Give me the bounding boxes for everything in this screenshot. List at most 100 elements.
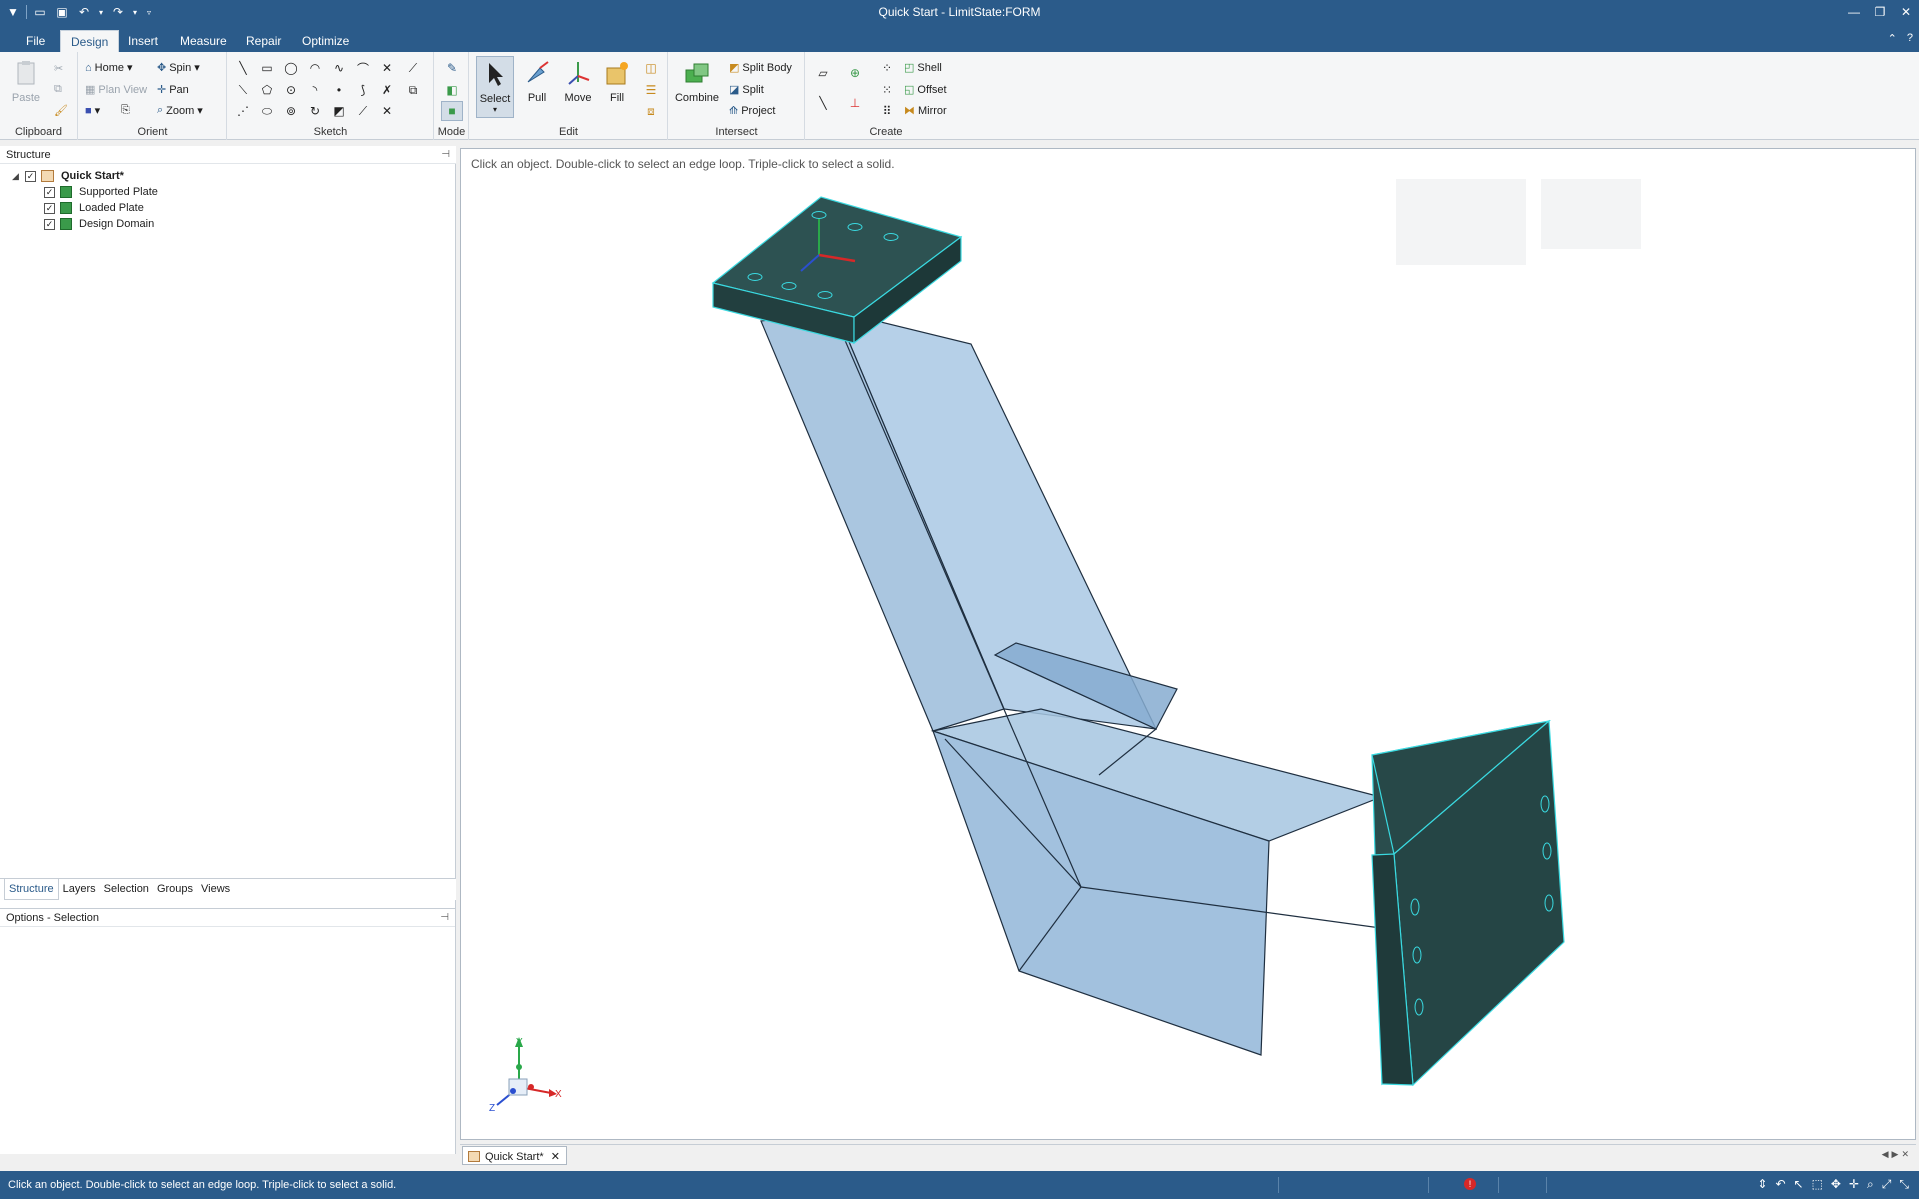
close-icon[interactable]: ✕ — [1893, 0, 1919, 24]
copy-icon[interactable]: ⧉ — [54, 83, 62, 96]
box-select-icon[interactable]: ⬚ — [1812, 1177, 1823, 1192]
3d-mode-icon[interactable]: ■ — [441, 101, 463, 121]
mirror-button[interactable]: ⧓ Mirror — [904, 104, 947, 118]
tab-measure[interactable]: Measure — [170, 30, 237, 52]
tweak-face-icon[interactable]: ⧈ — [644, 104, 658, 118]
checkbox[interactable]: ✓ — [44, 218, 55, 230]
bend-tool-icon[interactable]: ⟋ — [406, 61, 420, 75]
select-mode-icon[interactable]: ↖ — [1794, 1177, 1804, 1192]
section-mode-icon[interactable]: ◧ — [445, 83, 459, 97]
offset-button[interactable]: ◱ Offset — [904, 83, 947, 97]
tree-item-loaded-plate[interactable]: ✓ Loaded Plate — [0, 200, 456, 216]
scroll-icon[interactable]: ⇕ — [1757, 1177, 1767, 1192]
zoom-status-icon[interactable]: ⌕ — [1867, 1177, 1874, 1192]
polygon-tool-icon[interactable]: ⬠ — [260, 83, 274, 97]
tree-root[interactable]: ◢ ✓ Quick Start* — [0, 168, 456, 184]
construction-line-icon[interactable]: ⋰ — [236, 104, 250, 118]
home-button[interactable]: ⌂ Home ▾ — [85, 61, 133, 75]
zoom-button[interactable]: ⌕ Zoom ▾ — [157, 104, 203, 117]
reference-curve-icon[interactable]: ⟋ — [356, 104, 370, 118]
snap-view-button[interactable]: ⎘ — [121, 104, 130, 117]
ellipse-tool-icon[interactable]: ⬭ — [260, 104, 274, 118]
line-tool-icon[interactable]: ╲ — [236, 61, 250, 75]
project-sketch-icon[interactable]: ⧉ — [406, 83, 420, 97]
tab-nav-arrows[interactable]: ◀▶✕ — [1882, 1149, 1912, 1160]
format-painter-icon[interactable]: 🖌 — [54, 104, 68, 117]
pan-status-icon[interactable]: ✛ — [1849, 1177, 1859, 1192]
point-tool-icon[interactable]: • — [332, 83, 346, 97]
fillet-tool-icon[interactable]: ⌒ — [356, 61, 370, 76]
3d-viewport[interactable]: Click an object. Double-click to select … — [460, 148, 1916, 1140]
tab-design[interactable]: Design — [60, 30, 120, 52]
fit-icon[interactable]: ⤢ — [1882, 1177, 1892, 1192]
tab-optimize[interactable]: Optimize — [292, 30, 359, 52]
tab-groups[interactable]: Groups — [153, 879, 197, 900]
pan-button[interactable]: ✛ Pan — [157, 83, 189, 97]
tangent-arc-icon[interactable]: ◝ — [308, 83, 322, 97]
minimize-icon[interactable]: — — [1841, 0, 1867, 24]
plane-icon[interactable]: ▱ — [816, 66, 830, 80]
split-button[interactable]: ◪ Split — [729, 83, 764, 97]
collapse-ribbon-icon[interactable]: ⌃ — [1888, 32, 1897, 45]
delete-curve-icon[interactable]: ✕ — [380, 104, 394, 118]
tree-item-supported-plate[interactable]: ✓ Supported Plate — [0, 184, 456, 200]
restore-icon[interactable]: ❐ — [1867, 0, 1893, 24]
spin-button[interactable]: ✥ Spin ▾ — [157, 61, 200, 75]
tab-structure[interactable]: Structure — [4, 879, 59, 900]
pin-icon[interactable]: ⊣ — [441, 149, 450, 160]
loaded-plate[interactable] — [1371, 719, 1565, 1087]
fill-button[interactable]: Fill — [602, 58, 632, 104]
help-icon[interactable]: ? — [1907, 32, 1913, 45]
model-canvas[interactable]: Y X Z — [461, 149, 1915, 1139]
plan-view-button[interactable]: ▦ Plan View — [85, 83, 147, 97]
error-icon[interactable]: ! — [1464, 1178, 1476, 1190]
combine-button[interactable]: Combine — [673, 58, 721, 104]
collapse-icon[interactable]: ◢ — [12, 171, 22, 182]
spin-status-icon[interactable]: ✥ — [1831, 1177, 1841, 1192]
point-origin-icon[interactable]: ⊕ — [848, 66, 862, 80]
tangent-line-icon[interactable]: ⟍ — [236, 83, 250, 97]
circular-pattern-icon[interactable]: ⁙ — [880, 83, 894, 97]
checkbox[interactable]: ✓ — [44, 186, 55, 198]
fill-pattern-icon[interactable]: ⠿ — [880, 104, 894, 118]
split-line-icon[interactable]: ✗ — [380, 83, 394, 97]
checkbox[interactable]: ✓ — [25, 170, 36, 182]
face-curve-icon[interactable]: ◩ — [332, 104, 346, 118]
axis-icon[interactable]: ╲ — [816, 96, 830, 110]
move-button[interactable]: Move — [560, 58, 596, 104]
trim-tool-icon[interactable]: ✕ — [380, 61, 394, 75]
view-icon[interactable]: ⤡ — [1899, 1177, 1909, 1192]
paste-button[interactable]: Paste — [8, 58, 44, 104]
sweep-arc-icon[interactable]: ↻ — [308, 104, 322, 118]
tree-item-design-domain[interactable]: ✓ Design Domain — [0, 216, 456, 232]
pin-icon[interactable]: ⊣ — [440, 912, 449, 923]
blend-icon[interactable]: ◫ — [644, 61, 658, 75]
spline-tool-icon[interactable]: ∿ — [332, 61, 346, 75]
slot-tool-icon[interactable]: ⊚ — [284, 104, 298, 118]
select-button[interactable]: Select ▾ — [476, 56, 514, 118]
circle-tool-icon[interactable]: ◯ — [284, 61, 298, 75]
rectangle-tool-icon[interactable]: ▭ — [260, 61, 274, 75]
sketch-mode-icon[interactable]: ✎ — [445, 61, 459, 75]
offset-curve-icon[interactable]: ⟆ — [356, 83, 370, 97]
view-cube-button[interactable]: ■ ▾ — [85, 104, 100, 118]
replace-icon[interactable]: ☰ — [644, 83, 658, 97]
document-tab[interactable]: Quick Start* ✕ — [462, 1146, 567, 1165]
tab-selection[interactable]: Selection — [100, 879, 153, 900]
shell-button[interactable]: ◰ Shell — [904, 61, 942, 75]
tab-file[interactable]: File — [16, 30, 55, 52]
three-point-circle-icon[interactable]: ⊙ — [284, 83, 298, 97]
origin-icon[interactable]: ⊥ — [848, 96, 862, 110]
tab-insert[interactable]: Insert — [118, 30, 168, 52]
linear-pattern-icon[interactable]: ⁘ — [880, 61, 894, 75]
cut-icon[interactable]: ✂ — [54, 62, 63, 75]
design-domain-body[interactable] — [760, 310, 1462, 1056]
pull-button[interactable]: Pull — [520, 58, 554, 104]
checkbox[interactable]: ✓ — [44, 202, 55, 214]
tab-layers[interactable]: Layers — [59, 879, 100, 900]
tab-repair[interactable]: Repair — [236, 30, 291, 52]
close-tab-icon[interactable]: ✕ — [551, 1151, 560, 1163]
split-body-button[interactable]: ◩ Split Body — [729, 61, 792, 75]
project-button[interactable]: ⟰ Project — [729, 104, 775, 118]
arc-tool-icon[interactable]: ◠ — [308, 61, 322, 75]
